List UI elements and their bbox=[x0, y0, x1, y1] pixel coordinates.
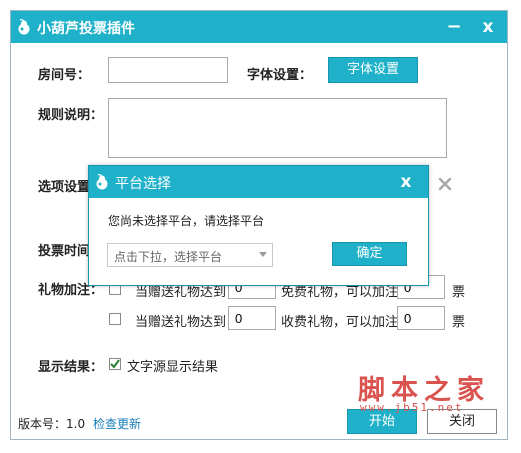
gift-row-2-prefix: 当赠送礼物达到 bbox=[135, 315, 227, 330]
dialog-title: 平台选择 bbox=[115, 176, 171, 192]
text-source-checkbox[interactable] bbox=[109, 358, 121, 370]
minimize-button[interactable]: − bbox=[437, 11, 471, 43]
check-update-link[interactable]: 检查更新 bbox=[93, 415, 141, 432]
confirm-button[interactable]: 确定 bbox=[332, 242, 407, 266]
text-source-label: 文字源显示结果 bbox=[127, 360, 219, 375]
rules-textarea[interactable] bbox=[108, 98, 447, 158]
version-label: 版本号：1.0 bbox=[18, 417, 86, 431]
close-button[interactable]: x bbox=[471, 11, 505, 43]
gourd-logo-icon bbox=[96, 174, 108, 190]
paid-gift-count-input[interactable] bbox=[228, 306, 276, 330]
dialog-titlebar[interactable]: 平台选择 x bbox=[89, 166, 428, 198]
paid-gift-checkbox[interactable] bbox=[109, 313, 121, 325]
gift-row-2-middle: 收费礼物，可以加注 bbox=[281, 315, 399, 330]
vote-time-label: 投票时间 bbox=[38, 244, 91, 259]
font-settings-button[interactable]: 字体设置 bbox=[328, 57, 418, 83]
room-number-input[interactable] bbox=[108, 57, 228, 83]
rules-label: 规则说明： bbox=[38, 108, 104, 123]
watermark-url: www.jb51.net bbox=[360, 401, 464, 414]
room-label: 房间号： bbox=[38, 68, 91, 83]
dialog-close-button[interactable]: x bbox=[389, 166, 423, 198]
platform-dialog: 平台选择 x 您尚未选择平台，请选择平台 点击下拉，选择平台 确定 bbox=[88, 165, 429, 286]
window-title: 小葫芦投票插件 bbox=[37, 21, 135, 37]
chevron-down-icon bbox=[259, 252, 267, 257]
gift-row-2-unit: 票 bbox=[452, 315, 466, 330]
display-results-label: 显示结果： bbox=[38, 360, 104, 375]
options-label: 选项设置 bbox=[38, 180, 91, 195]
dialog-message: 您尚未选择平台，请选择平台 bbox=[108, 214, 265, 228]
paid-gift-votes-input[interactable] bbox=[397, 306, 445, 330]
remove-option-icon[interactable] bbox=[438, 177, 452, 191]
platform-select[interactable]: 点击下拉，选择平台 bbox=[107, 243, 273, 267]
font-settings-label: 字体设置： bbox=[247, 68, 313, 83]
check-icon bbox=[110, 359, 120, 369]
main-titlebar[interactable]: 小葫芦投票插件 − x bbox=[11, 11, 507, 43]
gourd-logo-icon bbox=[18, 19, 30, 35]
platform-select-placeholder: 点击下拉，选择平台 bbox=[114, 250, 223, 264]
gift-row-1-unit: 票 bbox=[452, 285, 466, 300]
